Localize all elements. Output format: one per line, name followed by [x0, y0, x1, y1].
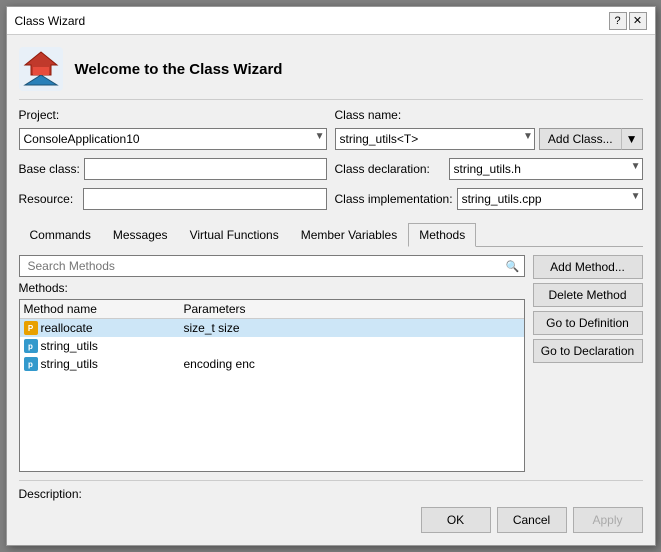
method-name-2: string_utils [41, 339, 98, 353]
project-select[interactable]: ConsoleApplication10 [19, 128, 327, 150]
project-label: Project: [19, 108, 327, 122]
class-impl-label: Class implementation: [335, 192, 453, 206]
footer-buttons: OK Cancel Apply [19, 507, 643, 533]
go-to-definition-button[interactable]: Go to Definition [533, 311, 643, 335]
class-decl-combo[interactable]: string_utils.h ▼ [449, 158, 643, 180]
params-cell-1: size_t size [184, 321, 520, 335]
method-name-1: reallocate [41, 321, 93, 335]
description-row: Description: [19, 487, 643, 501]
methods-section: 🔍 Methods: Method name Parameters P [19, 255, 643, 472]
left-col: Project: ConsoleApplication10 ▼ [19, 108, 327, 150]
apply-button[interactable]: Apply [573, 507, 643, 533]
add-class-button[interactable]: Add Class... [539, 128, 621, 150]
title-bar-text: Class Wizard [15, 14, 86, 28]
public-icon-3: p [24, 357, 38, 371]
title-bar: Class Wizard ? ✕ [7, 7, 655, 35]
help-button[interactable]: ? [609, 12, 627, 30]
methods-table: Method name Parameters P reallocate size… [19, 299, 525, 472]
public-icon-2: p [24, 339, 38, 353]
classname-combo[interactable]: string_utils<T> ▼ [335, 128, 535, 150]
dialog-content: Welcome to the Class Wizard Project: Con… [7, 35, 655, 545]
tab-commands[interactable]: Commands [19, 223, 102, 247]
tab-virtual-functions[interactable]: Virtual Functions [179, 223, 290, 247]
base-class-label: Base class: [19, 162, 80, 176]
classname-select[interactable]: string_utils<T> [335, 128, 535, 150]
classname-label: Class name: [335, 108, 643, 122]
ok-button[interactable]: OK [421, 507, 491, 533]
class-impl-group: Class implementation: string_utils.cpp ▼ [335, 188, 643, 210]
class-impl-select[interactable]: string_utils.cpp [457, 188, 643, 210]
add-method-button[interactable]: Add Method... [533, 255, 643, 279]
tabs-bar: Commands Messages Virtual Functions Memb… [19, 222, 643, 247]
table-header: Method name Parameters [20, 300, 524, 319]
search-box[interactable]: 🔍 [19, 255, 525, 277]
header-section: Welcome to the Class Wizard [19, 47, 643, 100]
add-class-split: Add Class... ▼ [539, 128, 643, 150]
add-class-dropdown-button[interactable]: ▼ [621, 128, 643, 150]
method-cell-3: p string_utils [24, 357, 184, 371]
resource-group: Resource: [19, 188, 327, 210]
class-impl-combo[interactable]: string_utils.cpp ▼ [457, 188, 643, 210]
class-wizard-dialog: Class Wizard ? ✕ Welcome to the Class Wi… [6, 6, 656, 546]
project-combo[interactable]: ConsoleApplication10 ▼ [19, 128, 327, 150]
methods-right: Add Method... Delete Method Go to Defini… [533, 255, 643, 472]
protected-icon-1: P [24, 321, 38, 335]
col-method-header: Method name [24, 302, 184, 316]
title-bar-left: Class Wizard [15, 14, 86, 28]
resource-input[interactable] [83, 188, 327, 210]
table-row[interactable]: P reallocate size_t size [20, 319, 524, 337]
close-button[interactable]: ✕ [629, 12, 647, 30]
delete-method-button[interactable]: Delete Method [533, 283, 643, 307]
header-title: Welcome to the Class Wizard [75, 61, 283, 78]
footer-section: Description: OK Cancel Apply [19, 480, 643, 533]
params-cell-3: encoding enc [184, 357, 520, 371]
base-class-group: Base class: [19, 158, 327, 180]
base-class-input[interactable] [84, 158, 327, 180]
search-icon: 🔍 [506, 260, 520, 273]
method-cell-2: p string_utils [24, 339, 184, 353]
cancel-button[interactable]: Cancel [497, 507, 567, 533]
tab-methods[interactable]: Methods [408, 223, 476, 247]
tab-messages[interactable]: Messages [102, 223, 179, 247]
resource-label: Resource: [19, 192, 79, 206]
method-name-3: string_utils [41, 357, 98, 371]
tab-member-variables[interactable]: Member Variables [290, 223, 408, 247]
base-decl-row: Base class: Class declaration: string_ut… [19, 158, 643, 180]
method-cell-1: P reallocate [24, 321, 184, 335]
class-decl-select[interactable]: string_utils.h [449, 158, 643, 180]
classname-row: string_utils<T> ▼ Add Class... ▼ [335, 128, 643, 150]
col-params-header: Parameters [184, 302, 520, 316]
resource-impl-row: Resource: Class implementation: string_u… [19, 188, 643, 210]
methods-label: Methods: [19, 281, 525, 295]
title-bar-buttons: ? ✕ [609, 12, 647, 30]
class-decl-label: Class declaration: [335, 162, 445, 176]
wizard-icon [19, 47, 63, 91]
right-col: Class name: string_utils<T> ▼ Add Class.… [335, 108, 643, 150]
search-input[interactable] [24, 256, 506, 276]
go-to-declaration-button[interactable]: Go to Declaration [533, 339, 643, 363]
class-decl-group: Class declaration: string_utils.h ▼ [335, 158, 643, 180]
table-row[interactable]: p string_utils [20, 337, 524, 355]
description-label: Description: [19, 487, 82, 501]
methods-left: 🔍 Methods: Method name Parameters P [19, 255, 525, 472]
project-classname-row: Project: ConsoleApplication10 ▼ Class na… [19, 108, 643, 150]
table-row[interactable]: p string_utils encoding enc [20, 355, 524, 373]
